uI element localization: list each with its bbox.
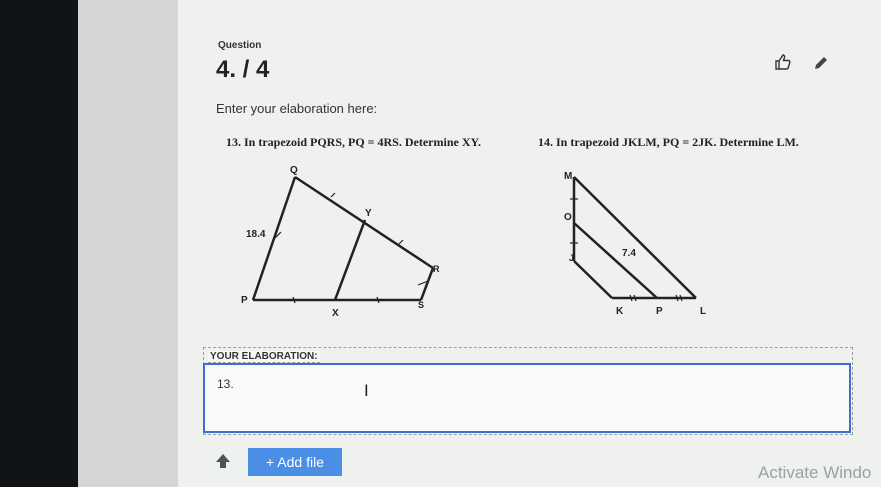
thumbs-up-icon[interactable] bbox=[772, 52, 792, 72]
label-y: Y bbox=[365, 208, 372, 219]
label-q: Q bbox=[290, 165, 298, 176]
label-s: S bbox=[418, 300, 424, 310]
problem-14-statement: 14. In trapezoid JKLM, PQ = 2JK. Determi… bbox=[538, 135, 799, 149]
question-number: 4. / 4 bbox=[216, 56, 270, 83]
label-p: P bbox=[656, 306, 663, 317]
upload-icon[interactable] bbox=[212, 450, 234, 472]
label-r: R bbox=[433, 264, 440, 274]
elaboration-text: 13. bbox=[217, 377, 234, 391]
label-p: P bbox=[241, 295, 248, 306]
segment-op bbox=[573, 222, 658, 299]
activate-windows-watermark: Activate Windo bbox=[758, 463, 872, 482]
question-label: Question bbox=[218, 40, 262, 51]
pencil-icon[interactable] bbox=[812, 54, 830, 72]
trapezoid-jklm-figure: M O J K P L 7.4 bbox=[564, 171, 706, 317]
label-j: J bbox=[569, 253, 574, 263]
label-l: L bbox=[700, 306, 706, 317]
screen-bezel bbox=[0, 0, 78, 487]
problem-13-statement: 13. In trapezoid PQRS, PQ = 4RS. Determi… bbox=[226, 135, 482, 149]
measure-pq: 18.4 bbox=[246, 229, 266, 240]
label-x: X bbox=[332, 308, 339, 319]
left-gutter bbox=[78, 0, 178, 487]
elaboration-label: YOUR ELABORATION: bbox=[208, 351, 320, 363]
label-k: K bbox=[616, 306, 624, 317]
elaboration-textarea[interactable]: 13. I bbox=[203, 363, 851, 433]
segment-xy bbox=[333, 219, 367, 301]
add-file-button[interactable]: + Add file bbox=[248, 448, 342, 476]
measure-jk: 7.4 bbox=[622, 248, 636, 259]
trapezoid-pqrs-figure: Q Y R S X P 18.4 bbox=[241, 165, 440, 319]
text-cursor-icon: I bbox=[364, 381, 369, 400]
side-jk bbox=[573, 260, 613, 299]
side-rs bbox=[419, 267, 435, 301]
label-m: M bbox=[564, 171, 572, 182]
label-o: O bbox=[564, 212, 572, 223]
elaboration-prompt: Enter your elaboration here: bbox=[216, 101, 378, 116]
